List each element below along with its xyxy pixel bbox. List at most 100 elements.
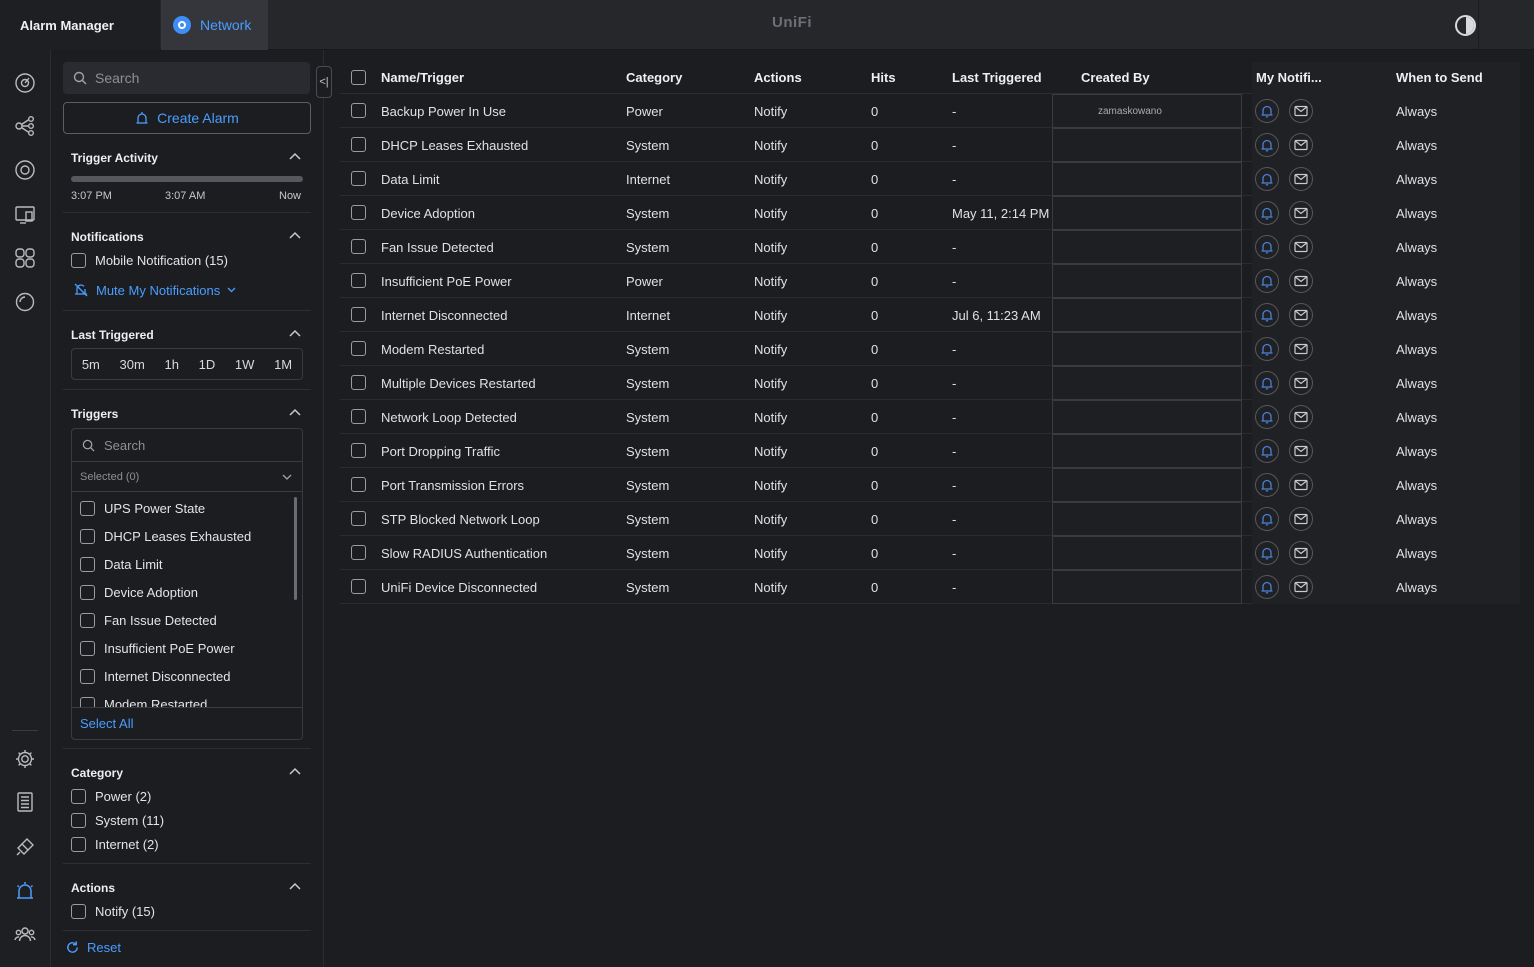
category-filter-power[interactable]: Power (2) — [71, 789, 151, 804]
collapse-sidebar-button[interactable]: <| — [316, 66, 332, 98]
insights-icon[interactable] — [14, 291, 36, 313]
row-checkbox[interactable] — [351, 103, 366, 118]
trigger-search-input[interactable] — [104, 437, 284, 453]
push-notification-bell-icon[interactable] — [1255, 405, 1279, 429]
table-row[interactable]: Data Limit Internet Notify 0 - Always — [340, 162, 1520, 196]
selected-dropdown[interactable]: Selected (0) — [72, 462, 302, 492]
row-checkbox[interactable] — [351, 443, 366, 458]
chevron-up-icon[interactable] — [289, 231, 301, 239]
time-option-1h[interactable]: 1h — [165, 357, 179, 372]
checkbox[interactable] — [80, 500, 95, 516]
trigger-item[interactable]: DHCP Leases Exhausted — [72, 522, 302, 550]
checkbox[interactable] — [71, 837, 86, 852]
checkbox[interactable] — [80, 584, 95, 600]
push-notification-bell-icon[interactable] — [1255, 133, 1279, 157]
checkbox[interactable] — [71, 904, 86, 919]
push-notification-bell-icon[interactable] — [1255, 99, 1279, 123]
action-filter-notify[interactable]: Notify (15) — [71, 904, 155, 919]
table-row[interactable]: DHCP Leases Exhausted System Notify 0 - Alway… — [340, 128, 1520, 162]
topology-icon[interactable] — [14, 115, 36, 137]
row-checkbox[interactable] — [351, 239, 366, 254]
email-notification-mail-icon[interactable] — [1289, 541, 1313, 565]
integrations-icon[interactable] — [14, 836, 36, 858]
row-checkbox[interactable] — [351, 375, 366, 390]
table-row[interactable]: Multiple Devices Restarted System Notify 0 -… — [340, 366, 1520, 400]
checkbox[interactable] — [80, 556, 95, 572]
email-notification-mail-icon[interactable] — [1289, 405, 1313, 429]
push-notification-bell-icon[interactable] — [1255, 269, 1279, 293]
dashboard-icon[interactable] — [14, 72, 36, 94]
header-name[interactable]: Name/Trigger — [381, 70, 464, 85]
table-row[interactable]: Backup Power In Use Power Notify 0 - zamaskow… — [340, 94, 1520, 128]
chevron-up-icon[interactable] — [289, 152, 301, 160]
checkbox[interactable] — [71, 253, 86, 268]
push-notification-bell-icon[interactable] — [1255, 337, 1279, 361]
row-checkbox[interactable] — [351, 273, 366, 288]
push-notification-bell-icon[interactable] — [1255, 167, 1279, 191]
push-notification-bell-icon[interactable] — [1255, 235, 1279, 259]
trigger-item[interactable]: Insufficient PoE Power — [72, 634, 302, 662]
trigger-item[interactable]: UPS Power State — [72, 494, 302, 522]
table-row[interactable]: Modem Restarted System Notify 0 - Always — [340, 332, 1520, 366]
alarm-manager-icon[interactable] — [14, 880, 36, 902]
trigger-item[interactable]: Device Adoption — [72, 578, 302, 606]
email-notification-mail-icon[interactable] — [1289, 235, 1313, 259]
trigger-search[interactable] — [72, 429, 302, 462]
header-created-by[interactable]: Created By — [1081, 70, 1150, 85]
table-row[interactable]: Port Transmission Errors System Notify 0 - Al… — [340, 468, 1520, 502]
push-notification-bell-icon[interactable] — [1255, 371, 1279, 395]
header-last-triggered[interactable]: Last Triggered — [952, 70, 1042, 85]
clients-icon[interactable] — [14, 203, 36, 225]
email-notification-mail-icon[interactable] — [1289, 575, 1313, 599]
header-my-notifications[interactable]: My Notifi... — [1256, 70, 1322, 85]
time-option-5m[interactable]: 5m — [82, 357, 100, 372]
trigger-item[interactable]: Fan Issue Detected — [72, 606, 302, 634]
trigger-list-scrollbar[interactable] — [294, 497, 297, 600]
tab-network[interactable]: Network — [161, 0, 268, 50]
table-row[interactable]: Internet Disconnected Internet Notify 0 Jul … — [340, 298, 1520, 332]
time-option-30m[interactable]: 30m — [120, 357, 145, 372]
header-actions[interactable]: Actions — [754, 70, 802, 85]
email-notification-mail-icon[interactable] — [1289, 473, 1313, 497]
email-notification-mail-icon[interactable] — [1289, 439, 1313, 463]
row-checkbox[interactable] — [351, 341, 366, 356]
table-row[interactable]: Port Dropping Traffic System Notify 0 - Alway… — [340, 434, 1520, 468]
row-checkbox[interactable] — [351, 409, 366, 424]
create-alarm-button[interactable]: Create Alarm — [63, 102, 311, 134]
header-category[interactable]: Category — [626, 70, 682, 85]
email-notification-mail-icon[interactable] — [1289, 167, 1313, 191]
email-notification-mail-icon[interactable] — [1289, 133, 1313, 157]
activity-timeline[interactable] — [71, 176, 303, 182]
push-notification-bell-icon[interactable] — [1255, 201, 1279, 225]
row-checkbox[interactable] — [351, 511, 366, 526]
mute-notifications-button[interactable]: Mute My Notifications — [73, 282, 236, 298]
time-option-1d[interactable]: 1D — [199, 357, 216, 372]
statistics-icon[interactable] — [14, 247, 36, 269]
system-log-icon[interactable] — [14, 791, 36, 813]
users-icon[interactable] — [14, 923, 36, 945]
trigger-item[interactable]: Internet Disconnected — [72, 662, 302, 690]
checkbox[interactable] — [80, 528, 95, 544]
table-row[interactable]: STP Blocked Network Loop System Notify 0 - Al… — [340, 502, 1520, 536]
app-title[interactable]: Alarm Manager — [0, 0, 160, 50]
trigger-item[interactable]: Data Limit — [72, 550, 302, 578]
table-row[interactable]: UniFi Device Disconnected System Notify 0 - A… — [340, 570, 1520, 604]
checkbox[interactable] — [71, 813, 86, 828]
select-all-button[interactable]: Select All — [72, 707, 302, 739]
checkbox[interactable] — [71, 789, 86, 804]
checkbox[interactable] — [80, 668, 95, 684]
push-notification-bell-icon[interactable] — [1255, 439, 1279, 463]
row-checkbox[interactable] — [351, 477, 366, 492]
push-notification-bell-icon[interactable] — [1255, 575, 1279, 599]
checkbox[interactable] — [80, 612, 95, 628]
email-notification-mail-icon[interactable] — [1289, 371, 1313, 395]
email-notification-mail-icon[interactable] — [1289, 337, 1313, 361]
push-notification-bell-icon[interactable] — [1255, 473, 1279, 497]
trigger-item[interactable]: Modem Restarted — [72, 690, 302, 708]
row-checkbox[interactable] — [351, 137, 366, 152]
reset-button[interactable]: Reset — [65, 940, 121, 955]
row-checkbox[interactable] — [351, 579, 366, 594]
chevron-up-icon[interactable] — [289, 767, 301, 775]
push-notification-bell-icon[interactable] — [1255, 303, 1279, 327]
email-notification-mail-icon[interactable] — [1289, 303, 1313, 327]
